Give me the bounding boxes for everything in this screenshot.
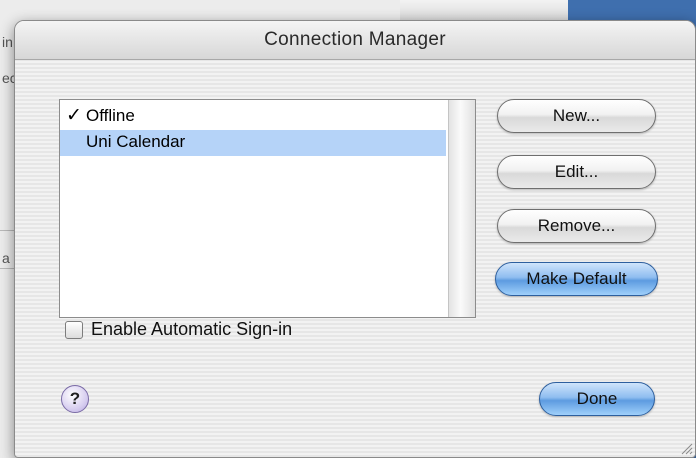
background-text: in (2, 34, 13, 50)
title-bar[interactable]: Connection Manager (15, 21, 695, 60)
list-item-label: Offline (86, 106, 135, 125)
list-scrollbar[interactable] (448, 100, 475, 317)
checkmark-icon: ✓ (66, 105, 82, 126)
connection-manager-dialog: Connection Manager ✓ Offline Uni Calenda… (14, 20, 696, 458)
done-button[interactable]: Done (539, 382, 655, 416)
background-toolbar (400, 0, 568, 20)
remove-button[interactable]: Remove... (497, 209, 656, 243)
list-item-offline[interactable]: ✓ Offline (60, 104, 446, 130)
dialog-title: Connection Manager (264, 29, 446, 50)
help-icon[interactable]: ? (61, 385, 89, 413)
auto-signin-label[interactable]: Enable Automatic Sign-in (91, 319, 292, 340)
list-item-label: Uni Calendar (86, 132, 186, 151)
auto-signin-checkbox[interactable] (65, 321, 83, 339)
connection-list[interactable]: ✓ Offline Uni Calendar (59, 99, 476, 318)
make-default-button[interactable]: Make Default (495, 262, 658, 296)
resize-grip-icon[interactable] (679, 441, 693, 455)
list-item-uni-calendar[interactable]: Uni Calendar (60, 130, 446, 156)
new-button[interactable]: New... (497, 99, 656, 133)
edit-button[interactable]: Edit... (497, 155, 656, 189)
